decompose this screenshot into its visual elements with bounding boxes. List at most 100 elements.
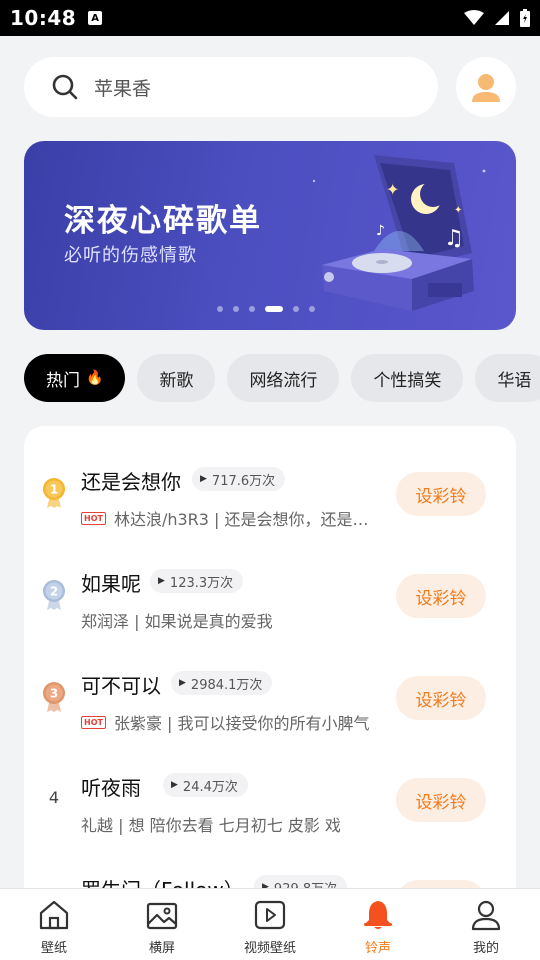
- banner-subtitle: 必听的伤感情歌: [64, 245, 197, 266]
- rank-number: 4: [48, 787, 60, 807]
- tab-internet-popular[interactable]: 网络流行: [227, 354, 340, 402]
- banner-title: 深夜心碎歌单: [64, 203, 262, 239]
- music-player-illustration: ♫ ♪ ✦ ✦: [322, 155, 474, 311]
- list-item[interactable]: 2 如果呢 ▶ 123.3万次 郑润泽 | 如果说是真的爱我 设彩铃: [24, 546, 516, 648]
- play-count-badge: ▶ 2984.1万次: [171, 671, 273, 695]
- play-icon: ▶: [171, 780, 178, 790]
- song-meta: 礼越 | 想 陪你去看 七月初七 皮影 戏: [81, 812, 381, 836]
- svg-text:♫: ♫: [444, 226, 464, 251]
- status-bar: 10:48 A: [0, 0, 540, 36]
- nav-label: 视频壁纸: [243, 941, 296, 956]
- nav-mine[interactable]: 我的: [432, 889, 540, 960]
- list-item[interactable]: 3 可不可以 ▶ 2984.1万次 HOT 张紫豪 | 我可以接受你的所有小脾气…: [24, 648, 516, 750]
- svg-text:✦: ✦: [386, 180, 399, 199]
- ringtone-list: 1 还是会想你 ▶ 717.6万次 HOT 林达浪/h3R3 | 还是会想你，还…: [24, 426, 516, 946]
- song-title: 如果呢: [81, 572, 141, 596]
- song-artist-lyrics: 郑润泽 | 如果说是真的爱我: [81, 612, 273, 631]
- pager-dot: [217, 306, 223, 312]
- play-icon: ▶: [158, 576, 165, 586]
- pager-dot: [233, 306, 239, 312]
- search-bar[interactable]: 苹果香: [24, 57, 438, 117]
- home-icon: [39, 900, 69, 930]
- category-tabs: 热门 🔥 新歌 网络流行 个性搞笑 华语: [24, 354, 540, 402]
- play-count: 123.3万次: [169, 575, 234, 591]
- rank-number: 1: [50, 483, 58, 497]
- play-count-badge: ▶ 123.3万次: [150, 569, 244, 593]
- song-meta: HOT 张紫豪 | 我可以接受你的所有小脾气: [81, 710, 381, 734]
- play-icon: ▶: [200, 474, 207, 484]
- nav-ringtone[interactable]: 铃声: [324, 889, 432, 960]
- nav-label: 壁纸: [40, 941, 67, 956]
- song-title: 还是会想你: [81, 470, 181, 494]
- song-meta: HOT 林达浪/h3R3 | 还是会想你，还是会想你: [81, 506, 381, 530]
- set-ringtone-button[interactable]: 设彩铃: [396, 676, 486, 720]
- play-count-badge: ▶ 717.6万次: [192, 467, 286, 491]
- svg-text:✦: ✦: [454, 205, 462, 216]
- nav-label: 铃声: [364, 941, 391, 956]
- song-meta: 郑润泽 | 如果说是真的爱我: [81, 608, 381, 632]
- tab-label: 个性搞笑: [373, 370, 442, 391]
- play-count: 2984.1万次: [190, 677, 263, 693]
- pager-dot: [293, 306, 299, 312]
- notification-icon: A: [88, 11, 103, 25]
- tab-label: 网络流行: [249, 370, 318, 391]
- bell-icon: [364, 901, 392, 929]
- song-artist-lyrics: 礼越 | 想 陪你去看 七月初七 皮影 戏: [81, 816, 341, 835]
- search-placeholder: 苹果香: [94, 77, 152, 100]
- search-icon: [52, 74, 78, 100]
- tab-label: 热门: [46, 370, 80, 391]
- wifi-icon: [464, 10, 484, 25]
- medal-icon: 1: [43, 478, 65, 508]
- play-count: 24.4万次: [182, 779, 238, 795]
- set-ringtone-button[interactable]: 设彩铃: [396, 574, 486, 618]
- bottom-nav: 壁纸 横屏 视频壁纸 铃声 我的: [0, 888, 540, 960]
- play-count: 717.6万次: [211, 473, 276, 489]
- tab-new-songs[interactable]: 新歌: [137, 354, 216, 402]
- hot-badge: HOT: [81, 511, 106, 525]
- rank-number: 2: [50, 585, 58, 599]
- tab-label: 新歌: [159, 370, 194, 391]
- tab-funny[interactable]: 个性搞笑: [351, 354, 464, 402]
- hot-badge: HOT: [81, 715, 106, 729]
- nav-video-wallpaper[interactable]: 视频壁纸: [216, 889, 324, 960]
- image-icon: [146, 902, 178, 930]
- rank: 4: [40, 779, 68, 815]
- avatar-button[interactable]: [456, 57, 516, 117]
- nav-landscape[interactable]: 横屏: [108, 889, 216, 960]
- user-icon: [471, 900, 501, 931]
- banner-pager: [217, 306, 315, 312]
- song-artist-lyrics: 张紫豪 | 我可以接受你的所有小脾气: [113, 714, 370, 733]
- svg-text:♪: ♪: [376, 223, 385, 239]
- status-icons: [464, 9, 530, 27]
- rank-medal-gold: 1: [40, 475, 68, 511]
- set-ringtone-button[interactable]: 设彩铃: [396, 778, 486, 822]
- medal-icon: 3: [43, 682, 65, 712]
- pager-dot-active: [265, 306, 283, 312]
- list-item[interactable]: 1 还是会想你 ▶ 717.6万次 HOT 林达浪/h3R3 | 还是会想你，还…: [24, 444, 516, 546]
- pager-dot: [249, 306, 255, 312]
- set-ringtone-button[interactable]: 设彩铃: [396, 472, 486, 516]
- song-title: 听夜雨: [81, 776, 141, 800]
- signal-icon: [495, 11, 509, 25]
- video-icon: [254, 900, 286, 930]
- flame-icon: 🔥: [86, 370, 104, 386]
- nav-wallpaper[interactable]: 壁纸: [0, 889, 108, 960]
- rank-number: 3: [50, 687, 58, 701]
- tab-hot[interactable]: 热门 🔥: [24, 354, 126, 402]
- avatar-icon: [472, 74, 500, 102]
- tab-label: 华语: [497, 370, 532, 391]
- song-artist-lyrics: 林达浪/h3R3 | 还是会想你，还是会想你: [113, 510, 381, 529]
- pager-dot: [309, 306, 315, 312]
- list-item[interactable]: 4 听夜雨 ▶ 24.4万次 礼越 | 想 陪你去看 七月初七 皮影 戏 设彩铃: [24, 750, 516, 852]
- battery-icon: [520, 9, 530, 27]
- promo-banner[interactable]: ♫ ♪ ✦ ✦ 深夜心碎歌单 必听的伤感情歌: [24, 141, 516, 330]
- play-count-badge: ▶ 24.4万次: [163, 773, 248, 797]
- play-icon: ▶: [179, 678, 186, 688]
- status-time: 10:48: [10, 6, 77, 30]
- tab-chinese[interactable]: 华语: [475, 354, 540, 402]
- song-title: 可不可以: [81, 674, 161, 698]
- medal-icon: 2: [43, 580, 65, 610]
- nav-label: 我的: [472, 941, 499, 956]
- nav-label: 横屏: [148, 941, 175, 956]
- rank-medal-bronze: 3: [40, 679, 68, 715]
